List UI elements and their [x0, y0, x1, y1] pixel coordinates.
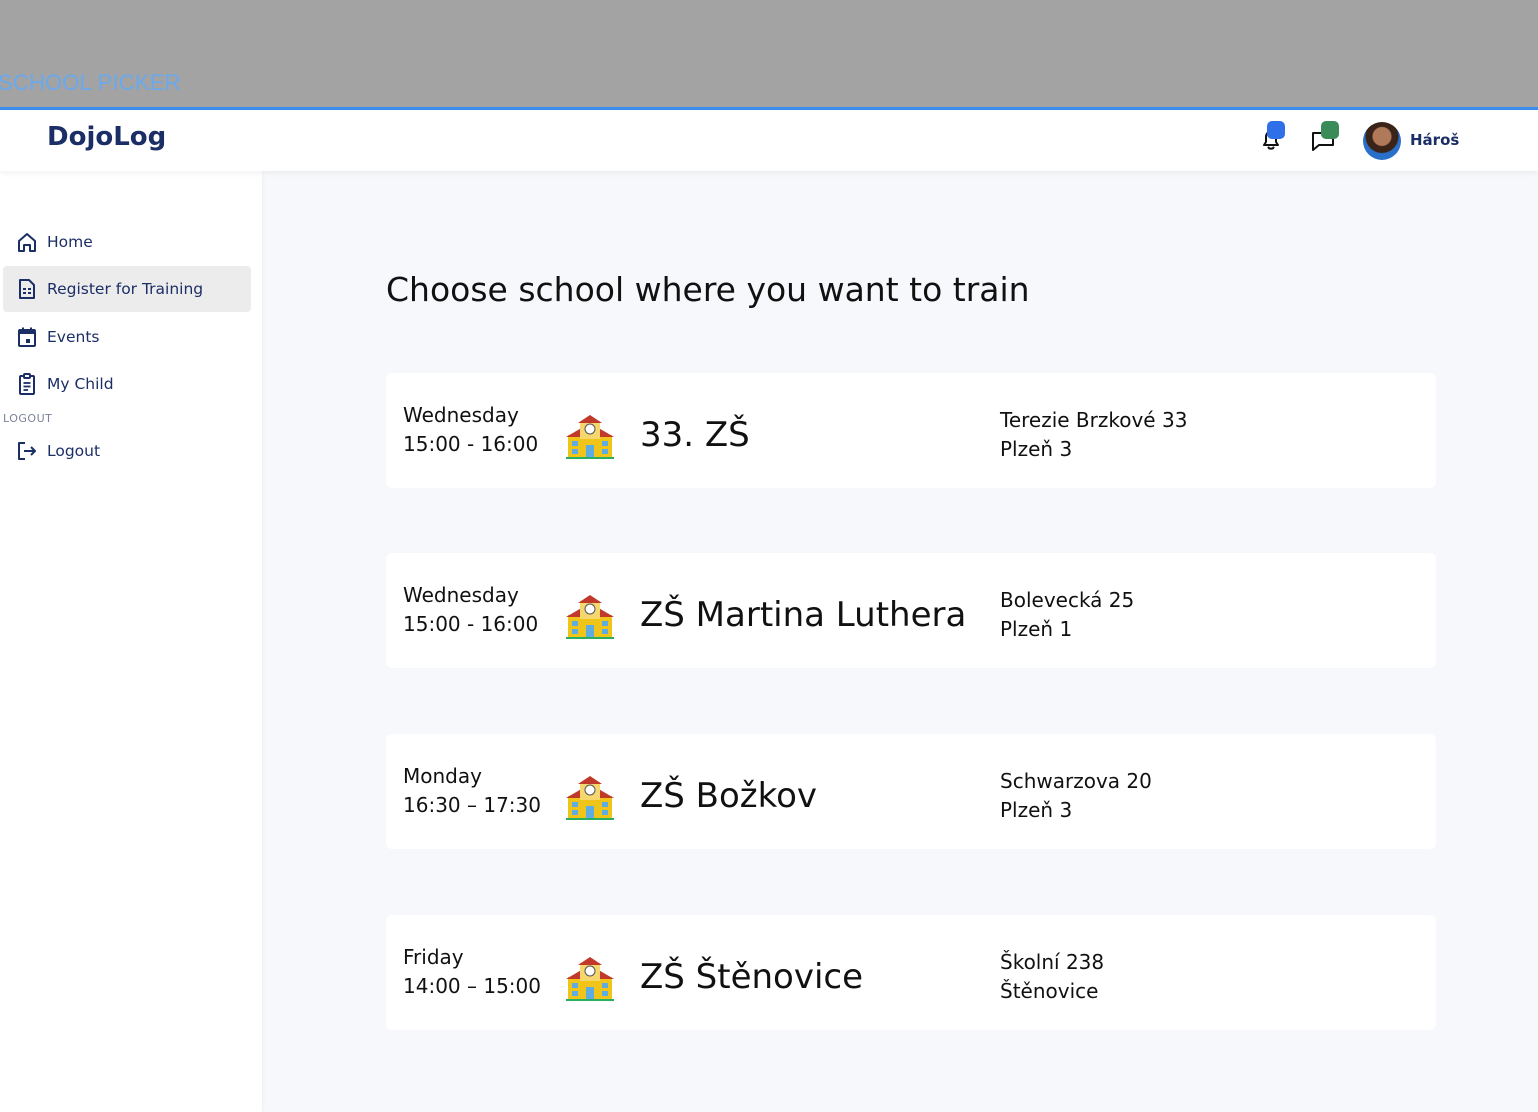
page-title: Choose school where you want to train [386, 270, 1030, 309]
sidebar-item-label: Home [47, 233, 93, 251]
training-day: Wednesday [403, 583, 519, 607]
training-time: 14:00 – 15:00 [403, 974, 541, 998]
username[interactable]: Hároš [1410, 131, 1459, 149]
training-day: Wednesday [403, 403, 519, 427]
training-time: 15:00 - 16:00 [403, 612, 539, 636]
training-day: Friday [403, 945, 464, 969]
document-icon [19, 279, 35, 299]
home-icon [18, 233, 36, 252]
logout-icon [18, 442, 36, 460]
training-time: 15:00 - 16:00 [403, 432, 539, 456]
sidebar-item-home[interactable]: Home [3, 219, 251, 265]
school-name: ZŠ Božkov [640, 776, 818, 816]
sidebar-item-register-for-training[interactable]: Register for Training [3, 266, 251, 312]
banner-title: SCHOOL PICKER [0, 70, 181, 95]
school-card[interactable]: Friday 14:00 – 15:00 ZŠ Štěnovice Školní… [386, 915, 1436, 1030]
school-city: Plzeň 1 [1000, 617, 1073, 641]
school-card[interactable]: Wednesday 15:00 - 16:00 ZŠ Martina Luthe… [386, 553, 1436, 668]
sidebar-item-label: Events [47, 328, 100, 346]
school-building-icon [566, 776, 614, 820]
school-building-icon [566, 595, 614, 639]
school-street: Schwarzova 20 [1000, 769, 1152, 793]
school-street: Bolevecká 25 [1000, 588, 1135, 612]
school-card[interactable]: Monday 16:30 – 17:30 ZŠ Božkov Schwarzov… [386, 734, 1436, 849]
calendar-icon [18, 327, 36, 347]
school-card[interactable]: Wednesday 15:00 - 16:00 33. ZŠ Terezie B… [386, 373, 1436, 488]
app-logo[interactable]: DojoLog [47, 122, 166, 152]
sidebar-item-label: My Child [47, 375, 114, 393]
sidebar: Home Register for Training Events My Chi… [0, 171, 262, 1112]
sidebar-item-label: Register for Training [47, 280, 204, 298]
sidebar-section-label: LOGOUT [3, 412, 53, 425]
training-day: Monday [403, 764, 482, 788]
sidebar-item-logout[interactable]: Logout [3, 428, 251, 474]
school-city: Plzeň 3 [1000, 437, 1073, 461]
school-city: Štěnovice [1000, 979, 1099, 1003]
school-street: Terezie Brzkové 33 [1000, 408, 1188, 432]
school-street: Školní 238 [1000, 950, 1105, 974]
sidebar-item-events[interactable]: Events [3, 314, 251, 360]
school-building-icon [566, 415, 614, 459]
training-time: 16:30 – 17:30 [403, 793, 541, 817]
app-banner: SCHOOL PICKER [0, 0, 1538, 110]
notification-badge [1267, 121, 1285, 139]
messages-button[interactable] [1309, 121, 1339, 154]
message-badge [1321, 121, 1339, 139]
top-header: DojoLog Hároš [0, 110, 1538, 171]
sidebar-item-my-child[interactable]: My Child [3, 361, 251, 407]
notification-bell-button[interactable] [1256, 121, 1286, 154]
sidebar-item-label: Logout [47, 442, 101, 460]
school-name: ZŠ Martina Luthera [640, 595, 967, 635]
school-name: 33. ZŠ [640, 415, 750, 455]
school-city: Plzeň 3 [1000, 798, 1073, 822]
school-name: ZŠ Štěnovice [640, 957, 864, 997]
clipboard-icon [19, 373, 35, 395]
user-avatar[interactable] [1363, 122, 1401, 160]
school-building-icon [566, 957, 614, 1001]
